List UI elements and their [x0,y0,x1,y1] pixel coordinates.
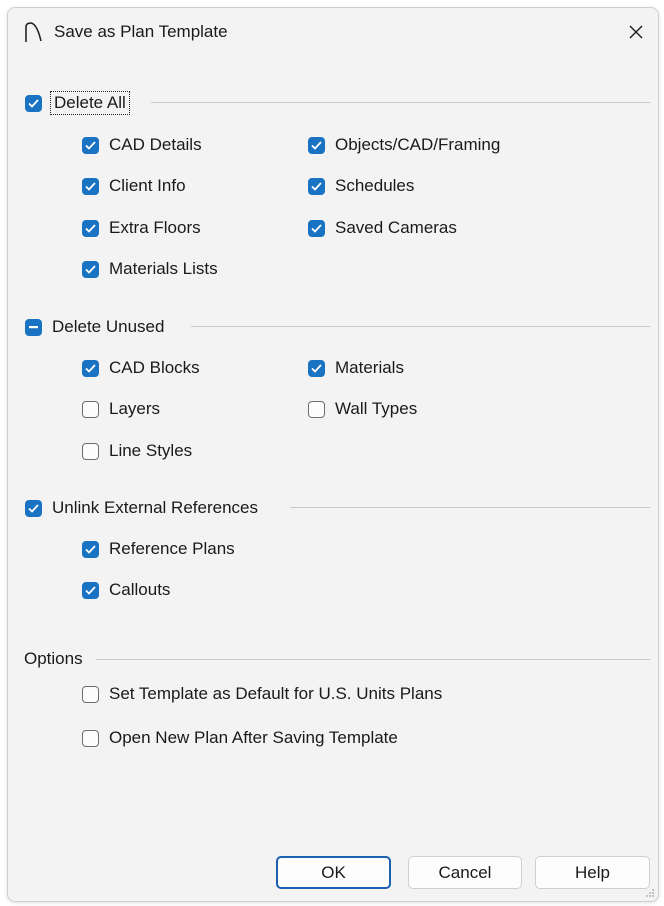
unlink-external-references-label: Unlink External References [52,498,258,517]
checkbox-label: Set Template as Default for U.S. Units P… [109,684,443,703]
checkbox-unchecked-icon [82,442,99,460]
checkbox-label: Extra Floors [109,218,201,237]
checkbox-label: Reference Plans [109,539,235,558]
checkbox-label: Layers [109,399,161,418]
checkbox-label: CAD Blocks [109,358,200,377]
checkbox-label: Materials [335,358,404,377]
cancel-button[interactable]: Cancel [408,856,522,889]
checkbox-label: Client Info [109,176,186,195]
group-divider [151,102,650,103]
group-divider [96,659,650,660]
wall-types-checkbox[interactable]: Wall Types [308,399,417,419]
checkbox-label: CAD Details [109,135,202,154]
open-new-plan-checkbox[interactable]: Open New Plan After Saving Template [82,728,398,748]
title-bar: Save as Plan Template [8,8,658,58]
checkbox-unchecked-icon [308,400,325,418]
checkbox-label: Callouts [109,580,171,599]
checkbox-label: Schedules [335,176,415,195]
cad-details-checkbox[interactable]: CAD Details [82,135,202,155]
cad-blocks-checkbox[interactable]: CAD Blocks [82,358,200,378]
delete-unused-checkbox[interactable]: Delete Unused [25,317,164,337]
group-divider [290,507,650,508]
checkbox-checked-icon [308,359,325,377]
checkbox-checked-icon [82,260,99,278]
checkbox-checked-icon [82,219,99,237]
set-template-default-checkbox[interactable]: Set Template as Default for U.S. Units P… [82,684,442,704]
checkbox-checked-icon [308,177,325,195]
group-divider [191,326,650,327]
checkbox-checked-icon [82,136,99,154]
delete-all-label: Delete All [50,91,130,115]
objects-cad-framing-checkbox[interactable]: Objects/CAD/Framing [308,135,500,155]
schedules-checkbox[interactable]: Schedules [308,176,414,196]
checkbox-checked-icon [308,136,325,154]
checkbox-label: Line Styles [109,441,193,460]
callouts-checkbox[interactable]: Callouts [82,580,170,600]
delete-unused-label: Delete Unused [52,317,165,336]
checkbox-label: Materials Lists [109,259,218,278]
checkbox-checked-icon [25,94,42,112]
checkbox-label: Objects/CAD/Framing [335,135,501,154]
help-button[interactable]: Help [535,856,650,889]
dialog-title: Save as Plan Template [54,22,228,41]
checkbox-checked-icon [82,359,99,377]
options-label: Options [24,649,83,668]
saved-cameras-checkbox[interactable]: Saved Cameras [308,218,457,238]
materials-lists-checkbox[interactable]: Materials Lists [82,259,218,279]
checkbox-checked-icon [308,219,325,237]
delete-all-checkbox[interactable]: Delete All [25,91,130,115]
checkbox-label: Wall Types [335,399,418,418]
close-button[interactable] [614,8,658,56]
client-info-checkbox[interactable]: Client Info [82,176,186,196]
layers-checkbox[interactable]: Layers [82,399,160,419]
checkbox-unchecked-icon [82,685,99,703]
checkbox-label: Open New Plan After Saving Template [109,728,398,747]
close-icon [629,25,643,39]
checkbox-checked-icon [82,177,99,195]
materials-checkbox[interactable]: Materials [308,358,404,378]
resize-grip-icon[interactable] [645,888,655,898]
checkbox-label: Saved Cameras [335,218,457,237]
checkbox-unchecked-icon [82,400,99,418]
checkbox-checked-icon [25,499,42,517]
line-styles-checkbox[interactable]: Line Styles [82,441,192,461]
checkbox-unchecked-icon [82,729,99,747]
checkbox-checked-icon [82,540,99,558]
checkbox-indeterminate-icon [25,318,42,336]
app-arch-icon [25,22,42,42]
checkbox-checked-icon [82,581,99,599]
unlink-external-references-checkbox[interactable]: Unlink External References [25,498,258,518]
extra-floors-checkbox[interactable]: Extra Floors [82,218,201,238]
ok-button[interactable]: OK [276,856,391,889]
save-as-plan-template-dialog: Save as Plan Template Delete All CAD Det… [7,7,659,902]
reference-plans-checkbox[interactable]: Reference Plans [82,539,235,559]
